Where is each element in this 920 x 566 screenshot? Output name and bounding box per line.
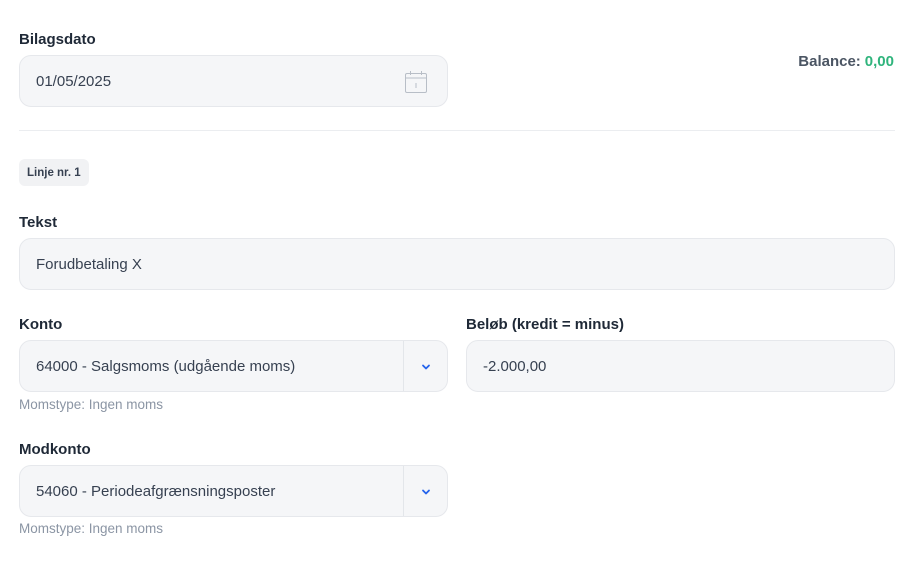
tekst-value: Forudbetaling X <box>36 255 142 273</box>
modkonto-vat-hint: Momstype: Ingen moms <box>19 521 164 536</box>
modkonto-label: Modkonto <box>19 441 91 458</box>
calendar-icon[interactable] <box>403 69 429 95</box>
amount-value: -2.000,00 <box>483 357 547 375</box>
chevron-down-icon[interactable] <box>418 484 434 500</box>
balance-value: 0,00 <box>864 53 894 70</box>
chevron-down-icon[interactable] <box>418 359 434 375</box>
voucher-form: Bilagsdato 01/05/2025 Balance: 0,00 Linje… <box>0 0 920 566</box>
select-separator <box>403 466 404 516</box>
amount-label: Beløb (kredit = minus) <box>466 316 624 333</box>
konto-vat-hint: Momstype: Ingen moms <box>19 397 164 412</box>
amount-input[interactable]: -2.000,00 <box>466 340 895 392</box>
date-label: Bilagsdato <box>19 31 96 48</box>
tekst-label: Tekst <box>19 214 58 231</box>
modkonto-select[interactable]: 54060 - Periodeafgrænsningsposter <box>19 465 448 517</box>
line-number-badge: Linje nr. 1 <box>19 159 89 186</box>
konto-select[interactable]: 64000 - Salgsmoms (udgående moms) <box>19 340 448 392</box>
tekst-input[interactable]: Forudbetaling X <box>19 238 895 290</box>
date-field[interactable]: 01/05/2025 <box>19 55 448 107</box>
select-separator <box>403 341 404 391</box>
balance-label: Balance: <box>798 53 861 70</box>
balance-display: Balance: 0,00 <box>798 53 894 70</box>
date-value: 01/05/2025 <box>36 72 112 90</box>
divider <box>19 130 895 131</box>
konto-value: 64000 - Salgsmoms (udgående moms) <box>36 357 296 375</box>
modkonto-value: 54060 - Periodeafgrænsningsposter <box>36 482 276 500</box>
konto-label: Konto <box>19 316 63 333</box>
